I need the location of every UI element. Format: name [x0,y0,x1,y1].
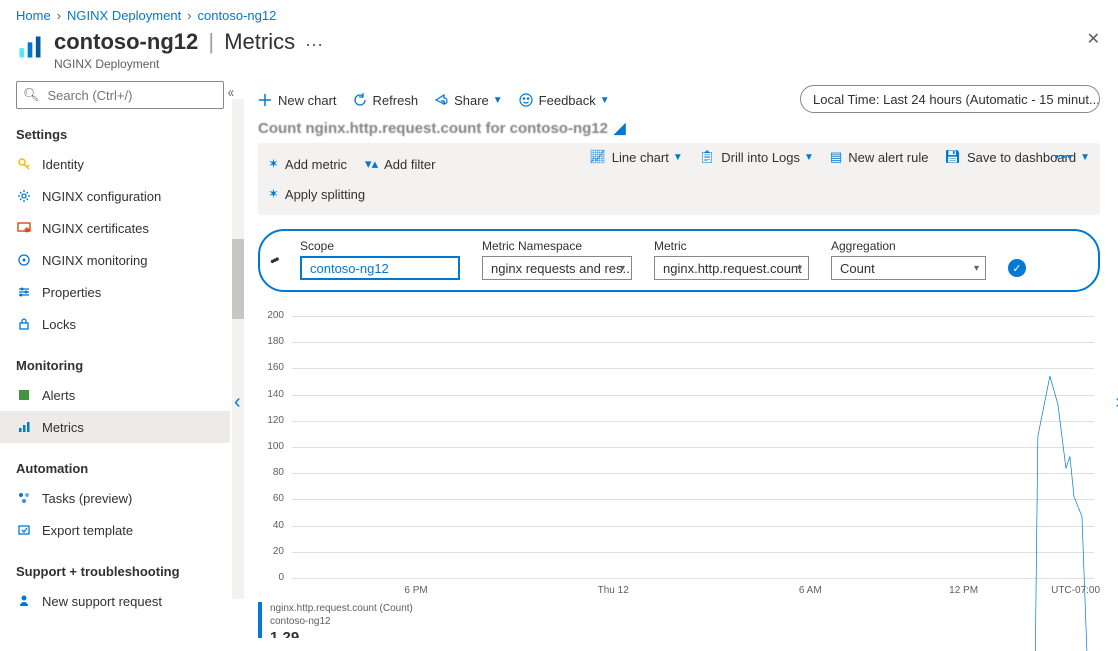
sidebar-group-title: Automation [16,461,224,476]
resource-type: NGINX Deployment [54,57,295,71]
sidebar-item-metrics[interactable]: Metrics [0,411,230,443]
sidebar-item-label: Alerts [42,388,75,403]
breadcrumb: Home › NGINX Deployment › contoso-ng12 [0,0,1118,23]
toolbar: New chart Refresh Share ▼ Feedback ▼ Loc… [258,81,1100,119]
share-button[interactable]: Share ▼ [434,93,503,108]
search-input[interactable] [46,87,217,104]
sidebar-item-nginx-configuration[interactable]: NGINX configuration [0,180,230,212]
sidebar-item-locks[interactable]: Locks [0,308,230,340]
sidebar-item-label: Tasks (preview) [42,491,132,506]
sliders-icon [16,284,32,300]
chart-plot [292,316,1094,651]
section-name: Metrics [224,29,295,54]
gear-icon [16,188,32,204]
metric-query: ••• Scope contoso-ng12 Metric Namespace … [258,229,1100,292]
page-header: contoso-ng12 | Metrics NGINX Deployment … [0,23,1118,81]
chevron-right-icon: › [187,8,191,23]
sidebar-item-alerts[interactable]: Alerts [0,379,230,411]
chart-controls: ✶Add metric ▾​▴Add filter 📈︎Line chart▼ … [258,143,1100,215]
scope-selector[interactable]: contoso-ng12 [300,256,460,280]
sidebar-item-label: Export template [42,523,133,538]
sidebar-item-tasks-preview-[interactable]: Tasks (preview) [0,482,230,514]
sidebar-group-title: Support + troubleshooting [16,564,224,579]
more-options-button[interactable]: ⋯ [305,35,324,56]
refresh-button[interactable]: Refresh [353,93,419,108]
sidebar-item-nginx-monitoring[interactable]: NGINX monitoring [0,244,230,276]
more-chart-options[interactable]: ••• [1054,149,1074,164]
sidebar-item-label: Locks [42,317,76,332]
chart-type-dropdown[interactable]: 📈︎Line chart▼ [589,149,683,165]
monitor-icon [16,252,32,268]
drag-handle-icon[interactable]: ••• [267,252,280,269]
sidebar-item-properties[interactable]: Properties [0,276,230,308]
namespace-selector[interactable]: nginx requests and res...▾ [482,256,632,280]
sidebar-item-identity[interactable]: Identity [0,148,230,180]
sidebar-group-title: Monitoring [16,358,224,373]
sidebar-item-new-support-request[interactable]: New support request [0,585,230,617]
search-box[interactable]: 🔍︎ [16,81,224,109]
alert-icon [16,387,32,403]
apply-splitting-button[interactable]: ✶Apply splitting [268,186,365,202]
breadcrumb-home[interactable]: Home [16,8,51,23]
cert-icon [16,220,32,236]
metric-label: Metric [654,239,809,253]
time-range-picker[interactable]: Local Time: Last 24 hours (Automatic - 1… [800,85,1100,113]
resource-name: contoso-ng12 [54,29,198,54]
sidebar-item-label: NGINX certificates [42,221,149,236]
aggregation-selector[interactable]: Count▾ [831,256,986,280]
sidebar-item-label: NGINX monitoring [42,253,147,268]
new-alert-button[interactable]: ▤New alert rule [830,149,929,165]
line-chart[interactable]: 020406080100120140160180200 6 PMThu 126 … [258,316,1100,596]
metrics-icon [16,33,44,61]
feedback-button[interactable]: Feedback ▼ [519,93,610,108]
apply-check-icon[interactable]: ✓ [1008,259,1026,277]
breadcrumb-parent[interactable]: NGINX Deployment [67,8,181,23]
page-title: contoso-ng12 | Metrics [54,29,295,55]
prev-chart-button[interactable]: ‹ [234,391,241,414]
export-icon [16,522,32,538]
add-metric-button[interactable]: ✶Add metric [268,156,347,172]
close-button[interactable]: ✕ [1087,29,1100,49]
metrics-icon [16,419,32,435]
sidebar-item-label: Metrics [42,420,84,435]
support-icon [16,593,32,609]
add-filter-button[interactable]: ▾​▴Add filter [365,156,435,172]
sidebar-item-nginx-certificates[interactable]: NGINX certificates [0,212,230,244]
sidebar-item-label: Properties [42,285,101,300]
metric-selector[interactable]: nginx.http.request.count▾ [654,256,809,280]
sidebar-item-label: Identity [42,157,84,172]
main-content: New chart Refresh Share ▼ Feedback ▼ Loc… [232,81,1118,634]
lock-icon [16,316,32,332]
key-icon [16,156,32,172]
search-icon: 🔍︎ [23,87,40,103]
new-chart-button[interactable]: New chart [258,93,337,108]
breadcrumb-current[interactable]: contoso-ng12 [198,8,277,23]
sidebar-item-label: New support request [42,594,162,609]
sidebar-item-label: NGINX configuration [42,189,161,204]
aggregation-label: Aggregation [831,239,986,253]
scope-label: Scope [300,239,460,253]
tasks-icon [16,490,32,506]
namespace-label: Metric Namespace [482,239,632,253]
drill-logs-button[interactable]: 📋︎Drill into Logs▼ [699,149,814,165]
chart-title[interactable]: Count nginx.http.request.count for conto… [258,121,1100,137]
sidebar-group-title: Settings [16,127,224,142]
sidebar: 🔍︎ « SettingsIdentityNGINX configuration… [0,81,232,634]
sidebar-item-export-template[interactable]: Export template [0,514,230,546]
chevron-right-icon: › [57,8,61,23]
